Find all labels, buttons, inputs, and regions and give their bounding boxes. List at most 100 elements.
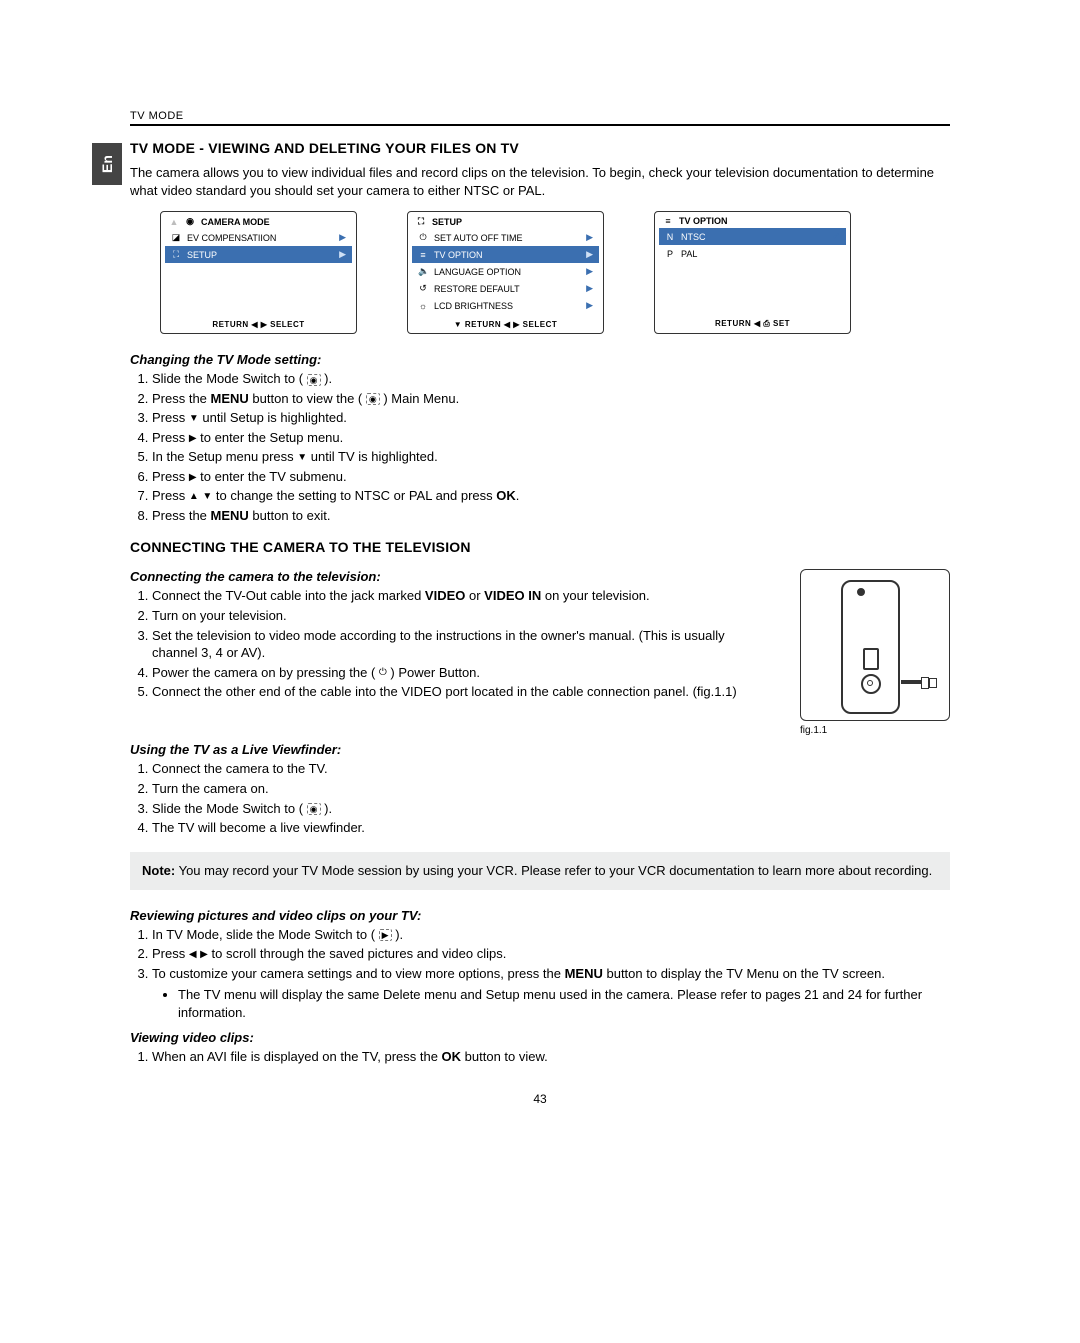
page-number: 43 — [130, 1092, 950, 1106]
list-item: The TV menu will display the same Delete… — [178, 985, 950, 1022]
list-item: The TV will become a live viewfinder. — [152, 818, 950, 838]
brightness-icon: ☼ — [418, 301, 428, 311]
text: In the Setup menu press — [152, 449, 297, 464]
text: Slide the Mode Switch to ( — [152, 801, 307, 816]
screen2-footer: ▼ RETURN ◀ ▶ SELECT — [408, 314, 603, 329]
text: Slide the Mode Switch to ( — [152, 371, 307, 386]
check-icon: ✔ — [832, 231, 840, 242]
text: ). — [392, 927, 404, 942]
text: to enter the TV submenu. — [197, 469, 347, 484]
down-arrow-icon — [297, 451, 307, 465]
ok-label: OK — [442, 1049, 462, 1064]
text: In TV Mode, slide the Mode Switch to ( — [152, 927, 379, 942]
up-arrow-icon — [169, 217, 179, 227]
video-in-label: VIDEO IN — [484, 588, 541, 603]
text: Press — [152, 469, 189, 484]
list-item: Slide the Mode Switch to ( ◉ ). — [152, 799, 950, 819]
screen3-footer: RETURN ◀ ⎙ SET — [655, 313, 850, 329]
steps-viewing-clips: When an AVI file is displayed on the TV,… — [130, 1047, 950, 1067]
list-item: Slide the Mode Switch to ( ◉ ). — [152, 369, 950, 389]
list-item: In TV Mode, slide the Mode Switch to ( ▶… — [152, 925, 950, 945]
screen3-title: TV OPTION — [679, 216, 728, 226]
text: on your television. — [541, 588, 649, 603]
figure-caption: fig.1.1 — [800, 725, 950, 736]
list-item: When an AVI file is displayed on the TV,… — [152, 1047, 950, 1067]
screen3-row1: PAL — [681, 249, 697, 259]
text: or — [465, 588, 484, 603]
screen1-footer: RETURN ◀ ▶ SELECT — [161, 314, 356, 329]
intro-paragraph: The camera allows you to view individual… — [130, 164, 950, 199]
list-item: Turn the camera on. — [152, 779, 950, 799]
camera-mode-icon: ◉ — [366, 393, 380, 405]
menu-label: MENU — [211, 508, 249, 523]
list-item: Press until Setup is highlighted. — [152, 408, 950, 428]
screen2-row3: RESTORE DEFAULT — [434, 284, 520, 294]
text: Press the — [152, 508, 211, 523]
list-item: Turn on your television. — [152, 606, 770, 626]
text: button to display the TV Menu on the TV … — [603, 966, 885, 981]
steps-reviewing: In TV Mode, slide the Mode Switch to ( ▶… — [130, 925, 950, 1024]
text: To customize your camera settings and to… — [152, 966, 565, 981]
lcd-setup: ⛶ SETUP ⏻ SET AUTO OFF TIME ≡ TV OPTION … — [407, 211, 604, 334]
left-arrow-icon — [189, 948, 197, 962]
camera-diagram — [800, 569, 950, 721]
setup-header-icon: ⛶ — [416, 216, 426, 227]
down-arrow-icon — [189, 412, 199, 426]
steps-live-viewfinder: Connect the camera to the TV. Turn the c… — [130, 759, 950, 837]
text: to scroll through the saved pictures and… — [208, 946, 506, 961]
list-item: Set the television to video mode accordi… — [152, 626, 770, 663]
list-item: Connect the camera to the TV. — [152, 759, 950, 779]
page: En TV MODE TV MODE - VIEWING AND DELETIN… — [130, 110, 950, 1106]
text: Press the — [152, 391, 211, 406]
screen1-row1: SETUP — [187, 250, 217, 260]
restore-icon: ↺ — [418, 283, 428, 294]
text: button to view. — [461, 1049, 548, 1064]
up-arrow-icon — [189, 490, 199, 504]
text: button to view the ( — [249, 391, 366, 406]
list-icon: ≡ — [663, 216, 673, 226]
pal-icon: P — [665, 249, 675, 259]
list-item: Press to change the setting to NTSC or P… — [152, 486, 950, 506]
list-item: Connect the TV-Out cable into the jack m… — [152, 586, 770, 606]
header-section-label: TV MODE — [130, 110, 950, 126]
right-arrow-icon — [189, 471, 197, 485]
chevron-right-icon — [586, 266, 593, 277]
language-tab: En — [92, 143, 122, 185]
ok-label: OK — [496, 488, 516, 503]
list-item: Press the MENU button to view the ( ◉ ) … — [152, 389, 950, 409]
text: ). — [321, 371, 333, 386]
screen1-row0: EV COMPENSATIION — [187, 233, 276, 243]
text: . — [516, 488, 520, 503]
list-item: Power the camera on by pressing the ( ⏻ … — [152, 663, 770, 683]
list-item: Connect the other end of the cable into … — [152, 682, 770, 702]
chevron-right-icon — [586, 300, 593, 311]
playback-mode-icon: ▶ — [379, 929, 392, 941]
subheading-live-viewfinder: Using the TV as a Live Viewfinder: — [130, 742, 950, 757]
chevron-right-icon — [339, 232, 346, 243]
camera-icon: ◉ — [185, 216, 195, 227]
steps-connecting: Connect the TV-Out cable into the jack m… — [130, 586, 770, 701]
text: button to exit. — [249, 508, 331, 523]
screen2-row4: LCD BRIGHTNESS — [434, 301, 513, 311]
text: When an AVI file is displayed on the TV,… — [152, 1049, 442, 1064]
section-title-connecting: CONNECTING THE CAMERA TO THE TELEVISION — [130, 539, 950, 555]
text: ) Power Button. — [387, 665, 480, 680]
menu-label: MENU — [211, 391, 249, 406]
list-item: Press to scroll through the saved pictur… — [152, 944, 950, 964]
note-text: You may record your TV Mode session by u… — [175, 863, 932, 878]
text: Press — [152, 430, 189, 445]
text: to change the setting to NTSC or PAL and… — [212, 488, 496, 503]
chevron-right-icon: ▶ — [586, 249, 593, 260]
chevron-right-icon — [586, 232, 593, 243]
camera-mode-icon: ◉ — [307, 803, 321, 815]
lcd-screens-row: ◉ CAMERA MODE ◪ EV COMPENSATIION ⛶ SETUP… — [160, 211, 950, 334]
screen2-row0: SET AUTO OFF TIME — [434, 233, 523, 243]
lcd-tv-option: ≡ TV OPTION N NTSC ✔ P PAL RETURN ◀ ⎙ SE… — [654, 211, 851, 334]
list-item: Press to enter the TV submenu. — [152, 467, 950, 487]
section-title-tv-mode: TV MODE - VIEWING AND DELETING YOUR FILE… — [130, 140, 950, 156]
text: Power the camera on by pressing the ( — [152, 665, 379, 680]
text: Press — [152, 410, 189, 425]
lcd-camera-mode: ◉ CAMERA MODE ◪ EV COMPENSATIION ⛶ SETUP… — [160, 211, 357, 334]
power-icon: ⏻ — [418, 232, 428, 243]
list-item: Press the MENU button to exit. — [152, 506, 950, 526]
